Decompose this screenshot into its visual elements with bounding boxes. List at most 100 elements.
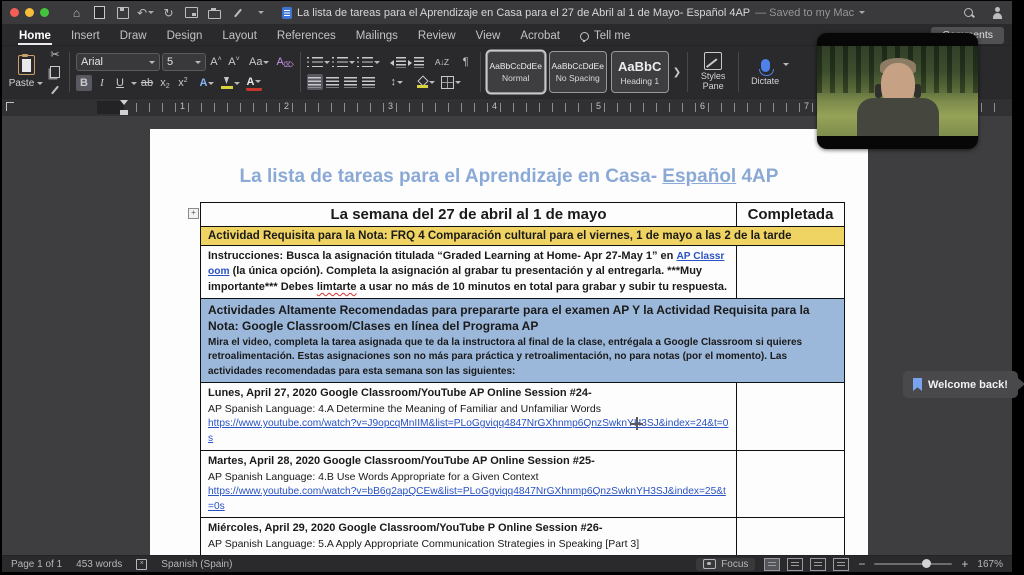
justify-button[interactable]: [361, 74, 377, 90]
completed-empty-cell[interactable]: [737, 450, 845, 518]
tab-draw[interactable]: Draw: [119, 28, 148, 45]
completed-empty-cell[interactable]: [737, 518, 845, 555]
dictate-button[interactable]: Dictate: [745, 59, 785, 86]
change-case-icon[interactable]: Aa: [249, 54, 269, 70]
youtube-link[interactable]: https://www.youtube.com/watch?v=bB6g2apQ…: [208, 485, 729, 515]
share-icon[interactable]: [989, 5, 1004, 20]
style-no-spacing[interactable]: AaBbCcDdEe No Spacing: [549, 51, 607, 93]
view-print-layout-button[interactable]: [764, 558, 780, 571]
subscript-button[interactable]: x2: [157, 75, 173, 91]
cut-icon[interactable]: ✂: [47, 46, 63, 62]
format-painter-small-icon[interactable]: [47, 82, 63, 98]
zoom-out-button[interactable]: −: [858, 557, 865, 571]
style-heading-1[interactable]: AaBbC Heading 1: [611, 51, 669, 93]
styles-pane-button[interactable]: Styles Pane: [694, 52, 732, 92]
screenshot-icon[interactable]: [184, 5, 199, 20]
youtube-link[interactable]: https://www.youtube.com/watch?v=J9opcqMn…: [208, 417, 729, 447]
zoom-level[interactable]: 167%: [977, 559, 1003, 570]
text-effects-icon[interactable]: A: [199, 75, 215, 91]
word-count[interactable]: 453 words: [76, 559, 122, 570]
tab-design[interactable]: Design: [166, 28, 204, 45]
document-page[interactable]: La lista de tareas para el Aprendizaje e…: [150, 129, 868, 555]
tab-view[interactable]: View: [475, 28, 502, 45]
view-draft-button[interactable]: [833, 558, 849, 571]
tell-me-button[interactable]: Tell me: [579, 28, 631, 45]
bold-button[interactable]: B: [76, 75, 92, 91]
view-web-layout-button[interactable]: [787, 558, 803, 571]
paste-button[interactable]: Paste: [8, 49, 44, 95]
tab-layout[interactable]: Layout: [221, 28, 258, 45]
tab-acrobat[interactable]: Acrobat: [519, 28, 561, 45]
first-line-indent-marker[interactable]: [120, 100, 128, 105]
align-left-button[interactable]: [307, 74, 323, 90]
zoom-in-button[interactable]: +: [961, 557, 968, 571]
align-right-button[interactable]: [343, 74, 359, 90]
highlight-color-icon[interactable]: [221, 75, 240, 91]
required-activity-cell[interactable]: Actividad Requisita para la Nota: FRQ 4 …: [201, 227, 845, 246]
tab-insert[interactable]: Insert: [70, 28, 101, 45]
superscript-button[interactable]: x2: [175, 75, 191, 91]
bullets-icon[interactable]: [307, 54, 330, 70]
underline-button[interactable]: U: [112, 75, 128, 91]
completed-empty-cell[interactable]: [737, 246, 845, 299]
grow-font-icon[interactable]: A˄: [208, 54, 224, 70]
tuesday-cell[interactable]: Martes, April 28, 2020 Google Classroom/…: [201, 450, 737, 518]
increase-indent-icon[interactable]: [408, 54, 424, 70]
decrease-indent-icon[interactable]: [390, 54, 406, 70]
welcome-back-tooltip[interactable]: Welcome back!: [903, 371, 1018, 398]
view-outline-button[interactable]: [810, 558, 826, 571]
zoom-slider[interactable]: [874, 563, 952, 566]
numbering-icon[interactable]: [332, 54, 355, 70]
copy-icon[interactable]: [47, 64, 63, 80]
tab-home[interactable]: Home: [18, 28, 52, 45]
save-status[interactable]: — Saved to my Mac: [755, 7, 854, 19]
pilcrow-icon[interactable]: ¶: [458, 54, 474, 70]
style-name: Heading 1: [620, 76, 659, 86]
left-indent-marker[interactable]: [120, 110, 128, 115]
recommended-activities-cell[interactable]: Actividades Altamente Recomendadas para …: [201, 299, 845, 383]
italic-button[interactable]: I: [94, 75, 110, 91]
sort-icon[interactable]: A↓Z: [434, 54, 450, 70]
line-spacing-icon[interactable]: ↕: [389, 74, 405, 90]
home-icon[interactable]: ⌂: [69, 5, 84, 20]
completed-empty-cell[interactable]: [737, 383, 845, 451]
search-icon[interactable]: [961, 5, 976, 20]
clear-formatting-icon[interactable]: A⌦: [276, 54, 293, 70]
multilevel-list-icon[interactable]: [357, 54, 380, 70]
save-icon[interactable]: [115, 5, 130, 20]
shrink-font-icon[interactable]: A˅: [226, 54, 242, 70]
toolbar-more-icon[interactable]: [253, 5, 268, 20]
tab-review[interactable]: Review: [417, 28, 457, 45]
borders-icon[interactable]: [441, 74, 461, 90]
language-label[interactable]: Spanish (Spain): [161, 559, 232, 570]
tab-references[interactable]: References: [276, 28, 337, 45]
shading-icon[interactable]: [417, 74, 435, 90]
format-painter-icon[interactable]: [230, 5, 245, 20]
tab-mailings[interactable]: Mailings: [355, 28, 399, 45]
close-window-button[interactable]: [10, 8, 19, 17]
styles-gallery-more-icon[interactable]: ❯: [673, 67, 681, 78]
instructions-cell[interactable]: Instrucciones: Busca la asignación titul…: [201, 246, 737, 299]
page-count[interactable]: Page 1 of 1: [11, 559, 62, 570]
redo-icon[interactable]: ↻: [161, 5, 176, 20]
print-icon[interactable]: [207, 5, 222, 20]
strikethrough-button[interactable]: ab: [139, 75, 155, 91]
zoom-window-button[interactable]: [40, 8, 49, 17]
font-color-icon[interactable]: A: [246, 75, 262, 91]
minimize-window-button[interactable]: [25, 8, 34, 17]
new-document-icon[interactable]: [92, 5, 107, 20]
align-center-button[interactable]: [325, 74, 341, 90]
webcam-overlay[interactable]: [817, 33, 978, 149]
style-normal[interactable]: AaBbCcDdEe Normal: [487, 51, 545, 93]
focus-button[interactable]: Focus: [696, 558, 755, 571]
monday-cell[interactable]: Lunes, April 27, 2020 Google Classroom/Y…: [201, 383, 737, 451]
undo-icon[interactable]: ↶: [138, 5, 153, 20]
table-handle-icon[interactable]: +: [188, 208, 199, 219]
font-name-select[interactable]: Arial: [76, 53, 160, 71]
tab-selector-icon[interactable]: [6, 102, 14, 111]
proofing-icon[interactable]: ×: [136, 559, 147, 570]
wednesday-cell[interactable]: Miércoles, April 29, 2020 Google Classro…: [201, 518, 737, 555]
font-size-select[interactable]: 5: [162, 53, 206, 71]
completed-header-cell[interactable]: Completada: [737, 203, 845, 227]
week-header-cell[interactable]: La semana del 27 de abril al 1 de mayo: [201, 203, 737, 227]
